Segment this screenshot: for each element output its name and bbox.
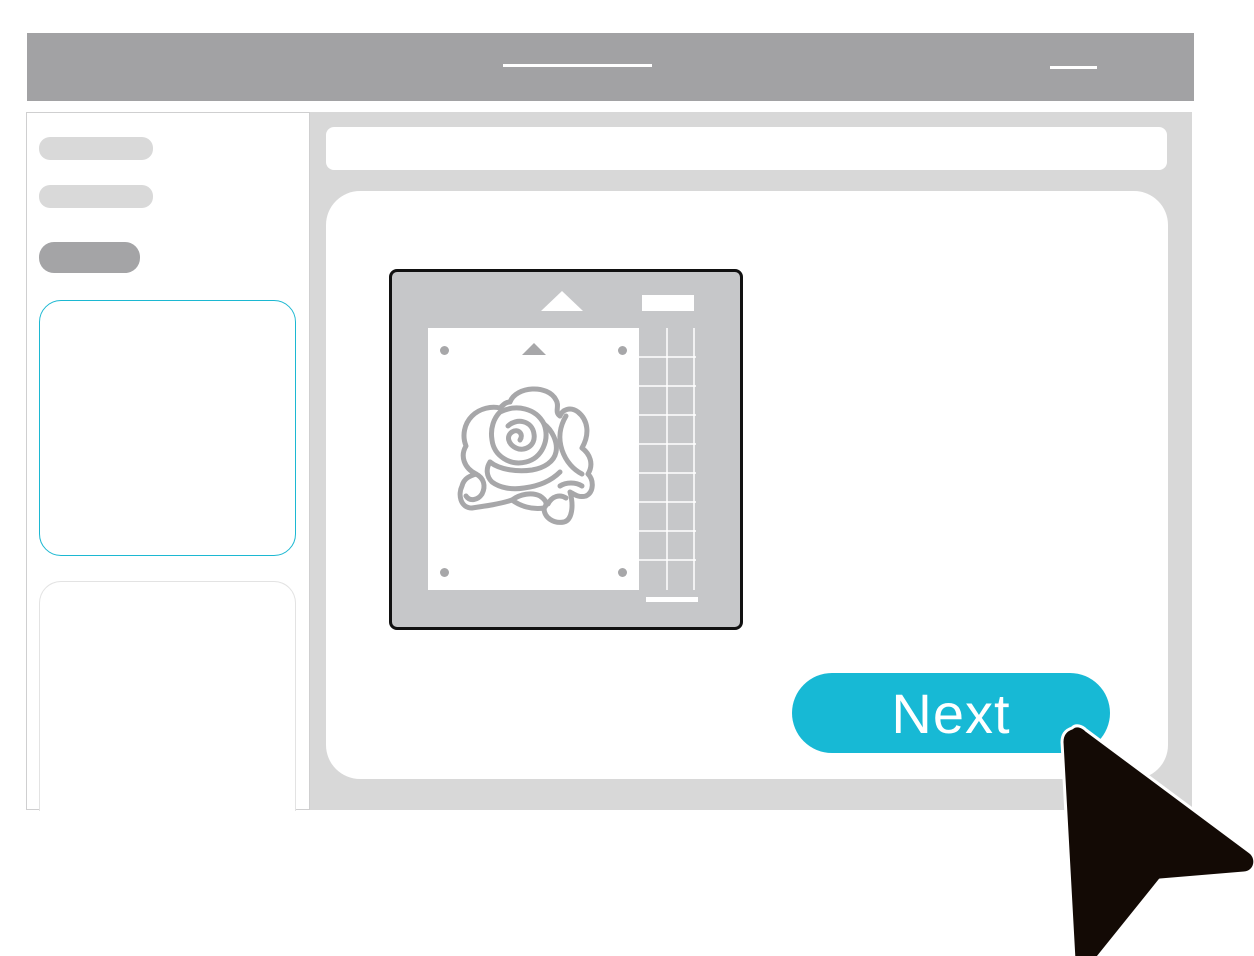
mat-grid [639, 328, 696, 590]
cutting-mat-preview [389, 269, 743, 630]
title-bar [27, 33, 1194, 101]
mat-label [642, 295, 694, 311]
grid-lines [639, 328, 696, 590]
mat-edge-marker [646, 597, 698, 602]
registration-dot [440, 568, 449, 577]
title-placeholder [503, 64, 652, 67]
rose-icon [457, 386, 595, 525]
arrow-up-icon [522, 343, 546, 355]
arrow-up-icon [541, 291, 583, 311]
sidebar-item-1[interactable] [39, 137, 153, 160]
sidebar-item-selected[interactable] [39, 242, 140, 273]
project-card-active[interactable] [39, 300, 296, 556]
material-sheet [428, 328, 639, 590]
project-card[interactable] [39, 581, 296, 811]
registration-dot [618, 568, 627, 577]
search-input[interactable] [326, 127, 1167, 170]
pointer-arrow-icon [1060, 724, 1254, 956]
sidebar-item-2[interactable] [39, 185, 153, 208]
minimize-icon[interactable] [1050, 66, 1097, 69]
content-card: Next [326, 191, 1168, 779]
registration-dot [618, 346, 627, 355]
main-panel: Next [310, 112, 1192, 810]
sidebar [26, 112, 310, 811]
registration-dot [440, 346, 449, 355]
